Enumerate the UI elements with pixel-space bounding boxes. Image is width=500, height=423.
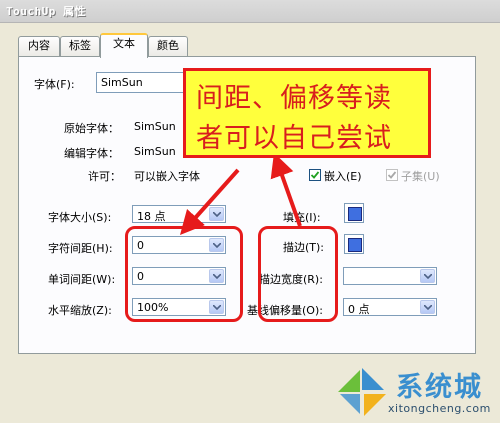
arrow-to-spacing [180,168,240,235]
callout-line-1: 间距、偏移等读 [196,83,392,114]
callout-line-2: 者可以自己尝试 [196,123,392,154]
arrow-to-callout [270,152,302,227]
annotation-callout: 间距、偏移等读 者可以自己尝试 [183,68,431,158]
annotation-arrows [180,152,302,235]
